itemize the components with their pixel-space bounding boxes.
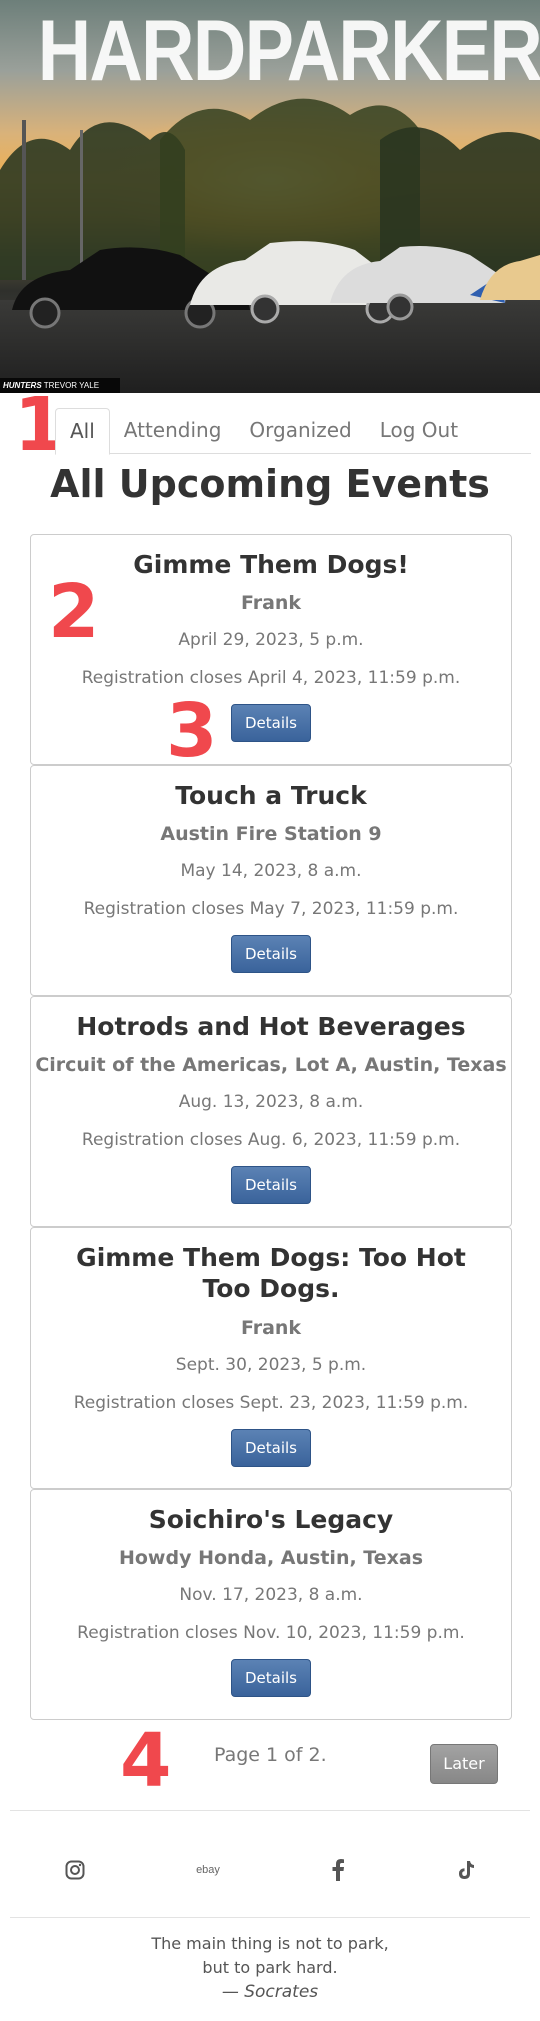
- event-registration: Registration closes Sept. 23, 2023, 11:5…: [73, 1392, 469, 1413]
- details-button[interactable]: Details: [231, 935, 311, 974]
- event-registration: Registration closes Nov. 10, 2023, 11:59…: [77, 1623, 465, 1644]
- hero-image: HARDPARKERS HUNTERS TREVOR YALE RYAN: [0, 0, 540, 393]
- event-date: May 14, 2023, 8 a.m.: [180, 861, 362, 882]
- event-card: Touch a Truck Austin Fire Station 9 May …: [30, 765, 512, 996]
- event-date: Sept. 30, 2023, 5 p.m.: [175, 1354, 367, 1375]
- event-date: April 29, 2023, 5 p.m.: [178, 630, 364, 651]
- cars-illustration: [12, 241, 540, 329]
- tiktok-icon[interactable]: [446, 1855, 486, 1885]
- event-list: Gimme Them Dogs! Frank April 29, 2023, 5…: [30, 534, 512, 1720]
- event-title: Soichiro's Legacy: [148, 1505, 394, 1534]
- annotation-4: 4: [120, 1718, 172, 1804]
- facebook-icon[interactable]: [318, 1855, 358, 1885]
- event-title: Gimme Them Dogs: Too Hot Too Dogs.: [76, 1243, 466, 1304]
- event-card: Soichiro's Legacy Howdy Honda, Austin, T…: [30, 1489, 512, 1720]
- annotation-3: 3: [166, 688, 218, 774]
- later-button[interactable]: Later: [430, 1744, 498, 1784]
- instagram-icon[interactable]: [55, 1855, 95, 1885]
- event-location: Howdy Honda, Austin, Texas: [118, 1547, 424, 1570]
- ebay-icon[interactable]: ebay: [188, 1855, 228, 1885]
- event-location: Circuit of the Americas, Lot A, Austin, …: [35, 1054, 507, 1077]
- quote-author: — Socrates: [221, 1982, 319, 2002]
- event-registration: Registration closes April 4, 2023, 11:59…: [81, 668, 461, 689]
- divider: [10, 1810, 530, 1811]
- event-title: Touch a Truck: [175, 781, 367, 810]
- details-button[interactable]: Details: [231, 1659, 311, 1698]
- details-button[interactable]: Details: [231, 704, 311, 743]
- tab-log-out[interactable]: Log Out: [366, 408, 472, 454]
- event-title: Hotrods and Hot Beverages: [76, 1012, 466, 1041]
- annotation-2: 2: [48, 569, 100, 655]
- tab-all[interactable]: All: [55, 408, 110, 455]
- hero-title: HARDPARKERS: [37, 3, 540, 99]
- event-location: Austin Fire Station 9: [160, 823, 382, 846]
- event-card: Gimme Them Dogs: Too Hot Too Dogs. Frank…: [30, 1227, 512, 1489]
- details-button[interactable]: Details: [231, 1428, 311, 1467]
- tab-organized[interactable]: Organized: [235, 408, 365, 454]
- page-title: All Upcoming Events: [50, 462, 490, 506]
- event-title: Gimme Them Dogs!: [133, 550, 409, 579]
- event-card: Gimme Them Dogs! Frank April 29, 2023, 5…: [30, 534, 512, 765]
- quote-line: The main thing is not to park,: [151, 1934, 389, 1953]
- quote-line: but to park hard.: [202, 1958, 338, 1977]
- pagination-info: Page 1 of 2.: [214, 1744, 327, 1766]
- event-registration: Registration closes May 7, 2023, 11:59 p…: [83, 899, 459, 920]
- event-date: Nov. 17, 2023, 8 a.m.: [179, 1585, 363, 1606]
- details-button[interactable]: Details: [231, 1166, 311, 1205]
- nav-tabs: All Attending Organized Log Out: [55, 408, 531, 455]
- tab-attending[interactable]: Attending: [110, 408, 236, 454]
- event-location: Frank: [240, 1316, 302, 1339]
- divider: [10, 1917, 530, 1918]
- event-location: Frank: [240, 592, 302, 615]
- footer-quote: The main thing is not to park, but to pa…: [0, 1932, 540, 2006]
- event-date: Aug. 13, 2023, 8 a.m.: [178, 1092, 364, 1113]
- event-registration: Registration closes Aug. 6, 2023, 11:59 …: [81, 1130, 461, 1151]
- event-card: Hotrods and Hot Beverages Circuit of the…: [30, 996, 512, 1227]
